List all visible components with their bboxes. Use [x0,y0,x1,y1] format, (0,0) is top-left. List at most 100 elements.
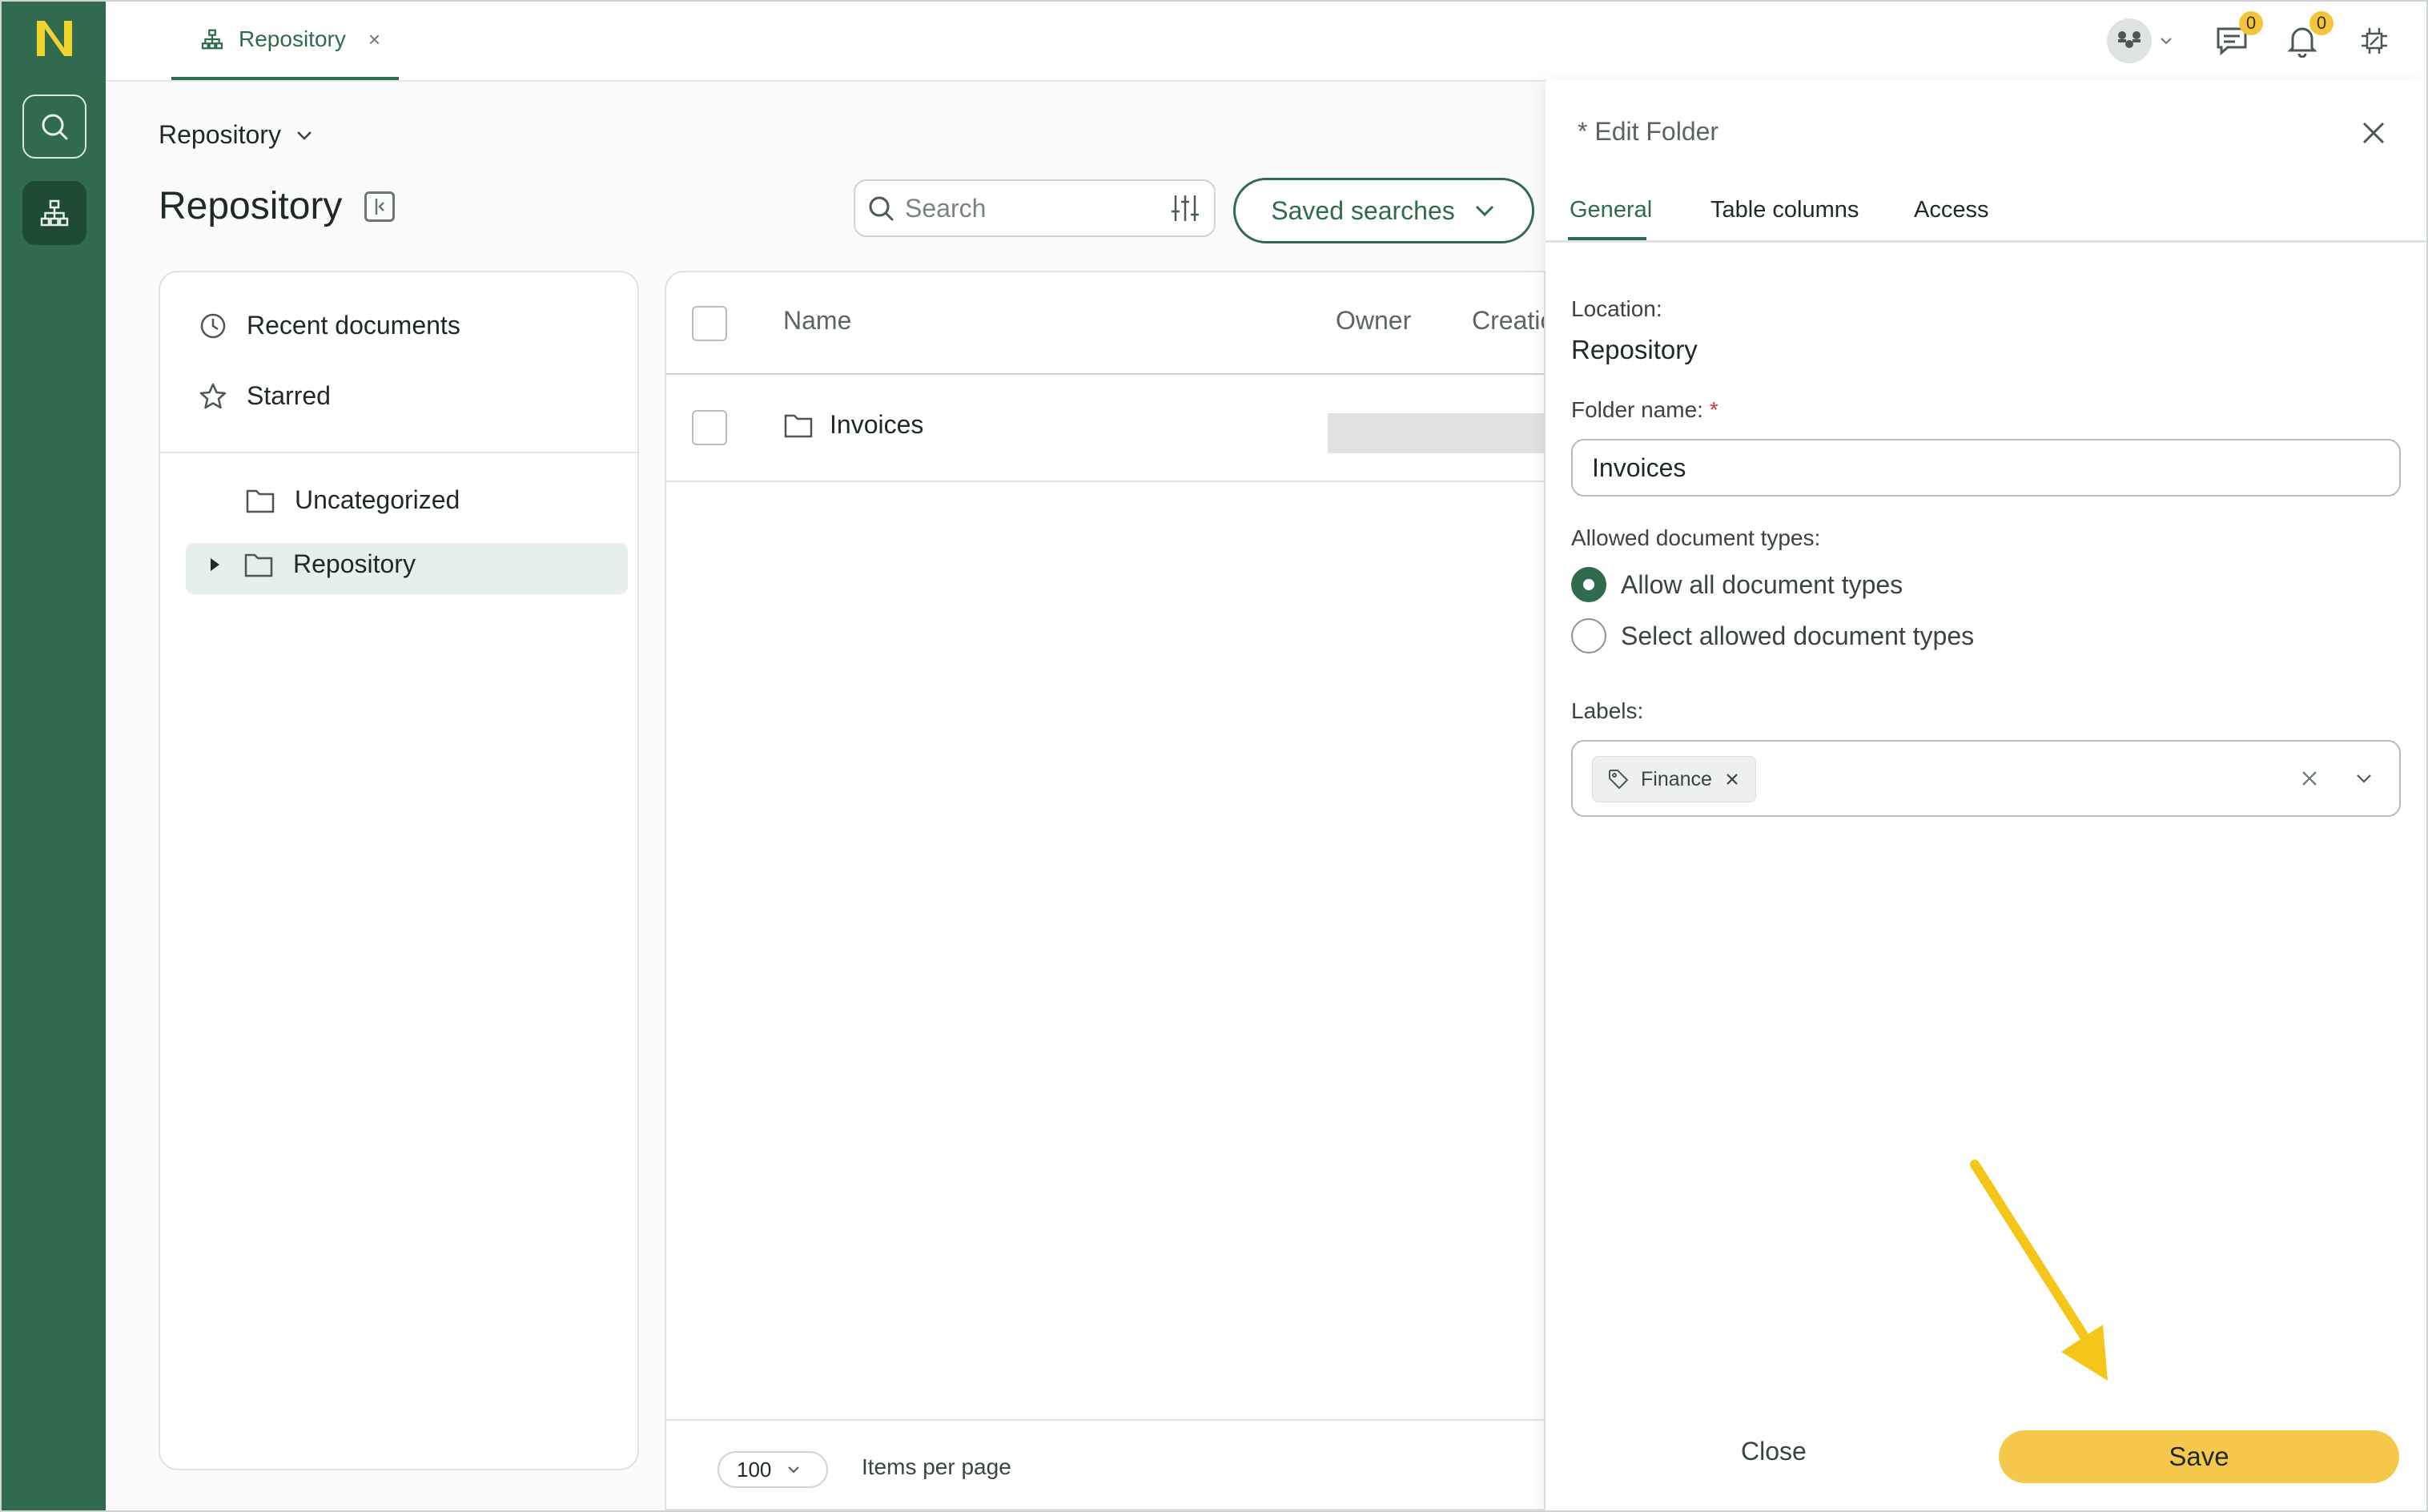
notifications-button[interactable]: 0 [2279,11,2334,64]
active-tab-indicator [1568,237,1646,240]
table-header: Name Owner Creatio [666,272,1544,375]
save-button[interactable]: Save [1999,1430,2399,1483]
top-icons: 0 0 [2106,2,2426,80]
radio-allow-all[interactable]: Allow all document types [1571,567,1903,602]
search-icon [42,114,68,140]
tab-access[interactable]: Access [1914,197,1988,223]
folder-icon [246,489,275,513]
team-icon [2118,31,2141,48]
clear-labels-icon[interactable] [2297,766,2322,791]
caret-right-icon[interactable] [205,555,224,574]
table-row[interactable]: Invoices [666,375,1544,482]
items-per-page-label: Items per page [862,1454,1011,1479]
user-menu-button[interactable] [2106,18,2153,64]
row-name-label: Invoices [830,410,924,439]
items-per-page-select[interactable]: 100 [718,1451,828,1488]
tree-item-label: Repository [293,549,416,578]
label-chip-finance: Finance [1592,756,1756,802]
panel-tabs: General Table columns Access [1546,176,2426,243]
folder-name-field[interactable]: Invoices [1571,439,2401,497]
search-rail-button[interactable] [22,94,86,159]
chevron-down-icon[interactable] [2351,766,2377,791]
column-header-creation[interactable]: Creatio [1472,306,1544,336]
radio-button-unchecked[interactable] [1571,618,1606,653]
tab-repository[interactable]: Repository × [171,2,399,80]
chevron-down-icon [788,1466,800,1474]
labels-select[interactable]: Finance [1571,740,2401,817]
network-icon [2362,28,2387,54]
avatar [2107,18,2152,63]
star-icon [199,383,227,408]
folder-name-label-text: Folder name: [1571,397,1703,422]
tab-table-columns[interactable]: Table columns [1710,197,1859,223]
folder-icon [784,414,813,437]
radio-label: Select allowed document types [1621,621,1975,650]
search-input[interactable]: Search [854,179,1216,237]
sitemap-icon [201,29,223,50]
location-label: Location: [1571,296,1662,321]
owner-placeholder-bar [1328,413,1544,453]
settings-button[interactable] [2351,18,2398,64]
app-logo [37,21,72,56]
close-button[interactable]: Close [1741,1437,1807,1466]
collapse-sidebar-button[interactable] [364,191,396,222]
folder-name-value: Invoices [1592,452,1686,482]
folder-icon [244,553,273,577]
chevron-down-icon[interactable] [2159,34,2173,48]
saved-searches-label: Saved searches [1271,195,1455,225]
column-header-name[interactable]: Name [783,306,851,336]
nav-divider [160,452,637,453]
required-mark: * [1709,397,1718,422]
table-footer: 100 Items per page [666,1419,1544,1509]
navigation-panel: Recent documents Starred Uncategorized R… [159,271,639,1470]
saved-searches-button[interactable]: Saved searches [1233,178,1534,243]
labels-label: Labels: [1571,698,1644,723]
left-rail [2,2,106,1510]
nav-item-starred[interactable]: Starred [199,381,331,411]
nav-item-recent-documents[interactable]: Recent documents [199,311,460,340]
clock-icon [200,313,226,338]
close-icon[interactable] [2358,117,2390,149]
filter-sliders-icon[interactable] [1169,192,1201,224]
messages-badge: 0 [2239,11,2263,35]
repository-rail-button[interactable] [22,181,86,245]
radio-button-checked[interactable] [1571,567,1606,602]
folder-name-label: Folder name: * [1571,397,1718,423]
app-window: Repository × 0 0 Repository Repository S… [0,0,2428,1512]
annotation-arrow [1970,1160,2108,1381]
page-title: Repository [159,184,396,228]
radio-label: Allow all document types [1621,569,1903,599]
label-chip-text: Finance [1641,767,1712,790]
breadcrumb[interactable]: Repository [159,120,315,150]
tab-general[interactable]: General [1570,197,1652,223]
documents-table: Name Owner Creatio Invoices 100 Items pe… [665,271,1546,1510]
column-header-owner[interactable]: Owner [1336,306,1411,336]
collapse-icon [376,198,385,215]
chevron-down-icon [1475,205,1493,217]
remove-label-icon[interactable] [1723,770,1741,788]
items-per-page-value: 100 [737,1457,772,1482]
top-bar: Repository × 0 0 [106,2,2426,82]
sitemap-icon [40,199,69,227]
chevron-down-icon [297,131,312,140]
messages-button[interactable]: 0 [2209,11,2263,64]
tree-item-uncategorized[interactable]: Uncategorized [245,485,460,515]
search-placeholder: Search [905,193,987,223]
page-title-text: Repository [159,185,343,227]
location-value: Repository [1571,335,1698,364]
tab-label: Repository [239,26,346,51]
select-all-checkbox[interactable] [692,306,727,341]
radio-select-allowed[interactable]: Select allowed document types [1571,618,1974,653]
tree-item-repository[interactable]: Repository [205,549,416,579]
notifications-badge: 0 [2309,11,2334,35]
row-name-cell[interactable]: Invoices [783,410,923,440]
breadcrumb-label: Repository [159,120,281,149]
search-icon [869,196,894,221]
nav-item-label: Starred [247,381,331,410]
row-checkbox[interactable] [692,410,727,445]
panel-title: * Edit Folder [1578,117,1719,146]
nav-item-label: Recent documents [247,311,460,340]
allowed-doc-types-label: Allowed document types: [1571,525,1821,550]
tag-icon [1609,770,1629,790]
tab-close-button[interactable]: × [368,27,380,52]
